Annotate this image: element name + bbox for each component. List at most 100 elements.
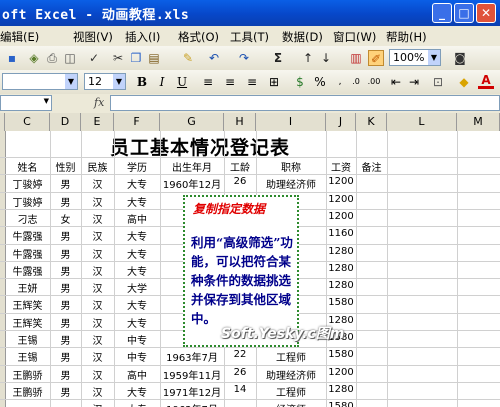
drawing-icon[interactable]: ✐ [368,50,384,66]
autosum-icon[interactable]: Σ [270,50,286,66]
percent-icon[interactable]: % [312,74,328,90]
table-cell[interactable]: 工程师 [256,384,326,399]
table-cell[interactable]: 高中 [114,211,160,226]
table-cell[interactable]: 1200 [326,176,356,187]
insert-function-icon[interactable]: fx [94,96,104,109]
table-cell[interactable]: 1200 [326,194,356,205]
table-cell[interactable]: 1580 [326,349,356,360]
table-cell[interactable]: 1280 [326,384,356,395]
sort-ascending-icon[interactable]: ↑ [300,50,316,66]
table-cell[interactable]: 大专 [114,246,160,261]
table-cell[interactable]: 14 [224,384,256,395]
merge-center-icon[interactable]: ⊞ [266,74,282,90]
table-cell[interactable]: 1963年7月 [160,349,224,364]
font-size-combo[interactable]: 12 ▼ [84,73,126,90]
minimize-button[interactable]: _ [432,3,452,23]
align-center-icon[interactable]: ≡ [222,74,238,90]
table-cell[interactable]: 1200 [326,367,356,378]
table-cell[interactable]: 汉 [81,349,114,364]
menu-help[interactable]: 帮助(H) [386,29,427,45]
spelling-icon[interactable]: ✓ [86,50,102,66]
column-header-m[interactable]: M [457,113,500,131]
table-cell[interactable]: 王锡 [5,332,50,347]
column-header-d[interactable]: D [50,113,81,131]
menu-edit[interactable]: 编辑(E) [0,29,39,45]
formula-input[interactable] [110,95,500,111]
table-cell[interactable]: 助理经济师 [256,367,326,382]
bold-button[interactable]: B [134,74,150,90]
table-cell[interactable]: 1960年12月 [160,176,224,191]
borders-icon[interactable]: ⊡ [430,74,446,90]
help-icon[interactable]: ◙ [452,50,468,66]
table-cell[interactable]: 大专 [114,297,160,312]
table-cell[interactable]: 大专 [114,384,160,399]
zoom-combo[interactable]: 100% ▼ [389,49,441,66]
table-cell[interactable]: 男 [50,246,81,261]
column-header-i[interactable]: I [256,113,326,131]
underline-button[interactable]: U [174,74,190,90]
format-painter-icon[interactable]: ✎ [180,50,196,66]
table-cell[interactable]: 中专 [114,332,160,347]
chevron-down-icon[interactable]: ▼ [44,97,49,105]
align-right-icon[interactable]: ≡ [244,74,260,90]
table-cell[interactable]: 丁骏婷 [5,194,50,209]
header-cell[interactable]: 备注 [356,159,387,174]
table-cell[interactable]: 经济师 [256,401,326,407]
chevron-down-icon[interactable]: ▼ [113,74,125,89]
table-cell[interactable]: 1160 [326,228,356,239]
column-header-c[interactable]: C [5,113,50,131]
table-cell[interactable]: 王鹏骄 [5,384,50,399]
table-cell[interactable]: 男 [50,332,81,347]
sort-descending-icon[interactable]: ↓ [318,50,334,66]
column-header-l[interactable]: L [387,113,457,131]
table-cell[interactable]: 汉 [81,315,114,330]
table-cell[interactable]: 1963年7月 [160,401,224,407]
table-cell[interactable]: 1280 [326,280,356,291]
column-header-e[interactable]: E [81,113,114,131]
table-cell[interactable]: 王辉笑 [5,297,50,312]
fill-color-icon[interactable]: ◆ [456,74,472,90]
table-cell[interactable]: 工程师 [256,349,326,364]
table-cell[interactable]: 女 [50,211,81,226]
chevron-down-icon[interactable]: ▼ [65,74,77,89]
align-left-icon[interactable]: ≡ [200,74,216,90]
header-cell[interactable]: 姓名 [5,159,50,174]
chevron-down-icon[interactable]: ▼ [428,50,440,65]
table-cell[interactable]: 男 [50,297,81,312]
table-cell[interactable]: 男 [50,263,81,278]
print-preview-icon[interactable]: ◫ [62,50,78,66]
cut-icon[interactable]: ✂ [110,50,126,66]
table-cell[interactable]: 王辉笑 [5,315,50,330]
table-cell[interactable]: 汉 [81,263,114,278]
comma-icon[interactable]: , [332,74,348,90]
table-cell[interactable]: 王锡 [5,349,50,364]
table-cell[interactable]: 汉 [81,367,114,382]
table-cell[interactable]: 1200 [326,211,356,222]
maximize-button[interactable]: □ [454,3,474,23]
table-cell[interactable]: 汉 [81,176,114,191]
table-cell[interactable]: 牛露强 [5,246,50,261]
table-cell[interactable]: 26 [224,367,256,378]
header-cell[interactable]: 民族 [81,159,114,174]
table-cell[interactable]: 牛露强 [5,263,50,278]
table-cell[interactable]: 男 [50,315,81,330]
menu-window[interactable]: 窗口(W) [333,29,376,45]
table-cell[interactable]: 汉 [81,384,114,399]
chart-wizard-icon[interactable]: ▥ [348,50,364,66]
table-cell[interactable]: 男 [50,176,81,191]
name-box[interactable]: ▼ [0,95,52,111]
table-cell[interactable]: 大专 [114,228,160,243]
table-cell[interactable]: 男 [50,194,81,209]
paste-icon[interactable]: ▤ [146,50,162,66]
table-cell[interactable]: 1580 [326,401,356,407]
table-cell[interactable]: 汉 [81,297,114,312]
permission-icon[interactable]: ◈ [26,50,42,66]
table-cell[interactable]: 26 [224,176,256,187]
table-cell[interactable]: 大专 [114,315,160,330]
table-cell[interactable]: 1971年12月 [160,384,224,399]
table-cell[interactable]: 汉 [81,228,114,243]
table-cell[interactable]: 刁志 [5,211,50,226]
table-cell[interactable]: 大学 [114,280,160,295]
table-cell[interactable]: 1959年11月 [160,367,224,382]
redo-icon[interactable]: ↷ [236,50,252,66]
